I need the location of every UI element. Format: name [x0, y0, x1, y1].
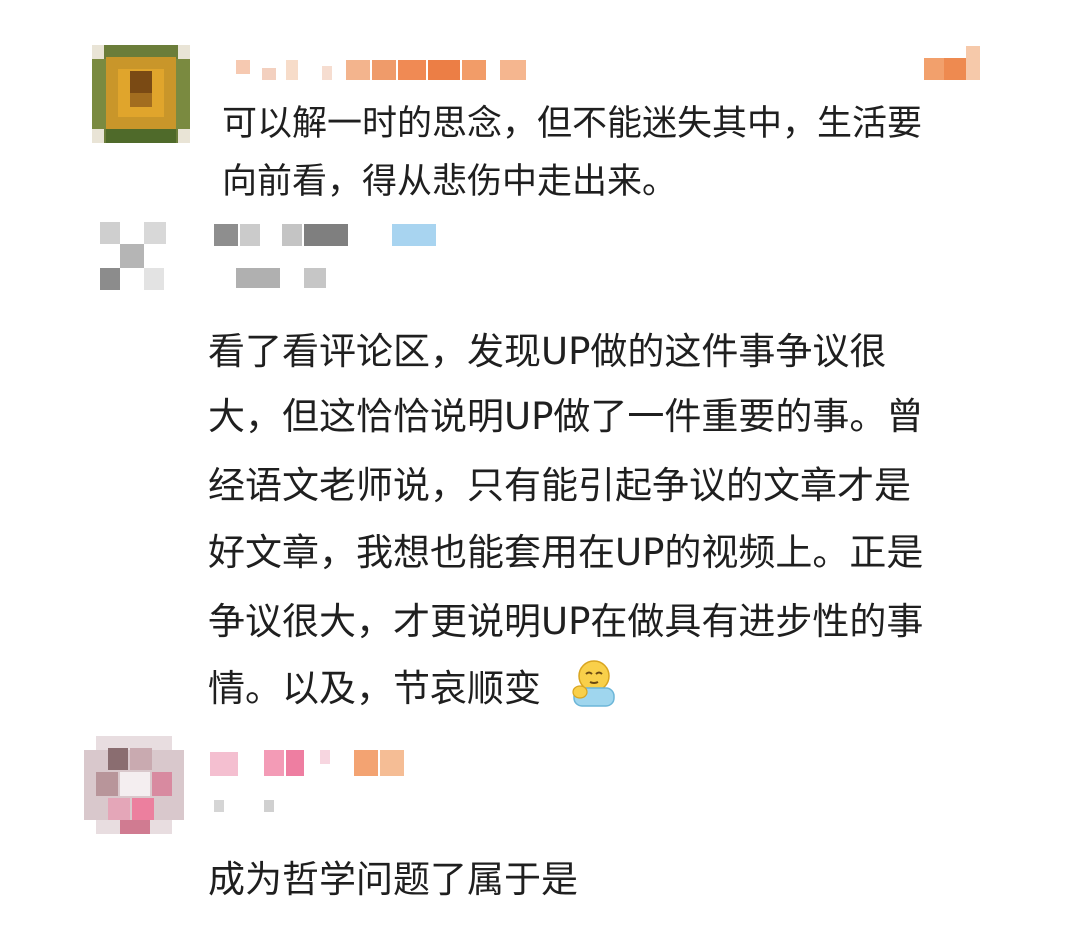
comment-3-line-1: 成为哲学问题了属于是 [208, 858, 578, 901]
comment-2-line-3: 经语文老师说，只有能引起争议的文章才是 [208, 464, 911, 507]
hug-emoji-icon [572, 660, 615, 707]
comment-2-line-2: 大，但这恰恰说明UP做了一件重要的事。曾 [208, 395, 924, 438]
comment-2-line-6: 情。以及，节哀顺变 [208, 667, 541, 710]
comment-1-line-2: 向前看，得从悲伤中走出来。 [222, 162, 678, 202]
avatar-pink[interactable] [84, 736, 184, 834]
comment-1-line-1: 可以解一时的思念，但不能迷失其中，生活要 [222, 104, 923, 144]
comment-2-line-5: 争议很大，才更说明UP在做具有进步性的事 [208, 600, 924, 643]
comment-2-line-1: 看了看评论区，发现UP做的这件事争议很 [208, 330, 887, 373]
avatar-gray[interactable] [100, 222, 166, 292]
comment-2-line-4: 好文章，我想也能套用在UP的视频上。正是 [208, 531, 924, 574]
avatar-sunflower[interactable] [92, 45, 190, 143]
